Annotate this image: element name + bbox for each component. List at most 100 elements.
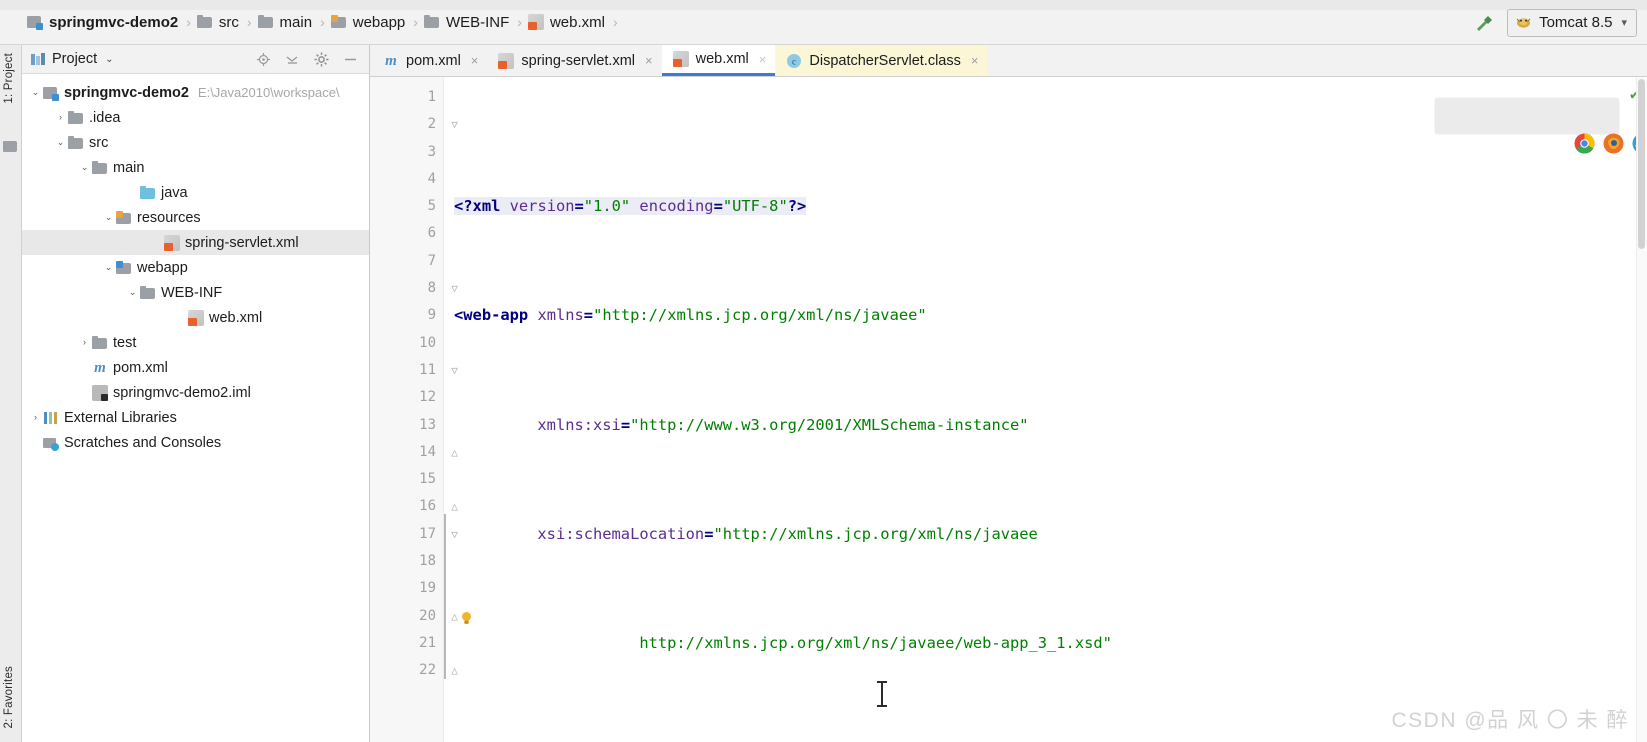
tree-item-idea[interactable]: › .idea	[22, 105, 369, 130]
folder-icon	[196, 14, 213, 30]
breadcrumb-item-src[interactable]: src	[192, 12, 246, 33]
xml-file-icon	[188, 309, 204, 326]
maven-icon: m	[385, 52, 397, 69]
breadcrumb-separator: ›	[186, 14, 191, 30]
navigation-bar: springmvc-demo2 › src › main › webapp › …	[0, 0, 1647, 45]
editor-tab-label: DispatcherServlet.class	[809, 52, 961, 69]
chevron-down-icon[interactable]: ⌄	[28, 88, 43, 97]
scrollbar-thumb[interactable]	[1638, 79, 1645, 249]
tree-item-resources[interactable]: ⌄ resources	[22, 205, 369, 230]
tree-item-java[interactable]: java	[22, 180, 369, 205]
chevron-right-icon[interactable]: ›	[28, 413, 43, 422]
breadcrumb-item-webapp[interactable]: webapp	[326, 12, 413, 33]
gutter-line: 17 ▽	[370, 521, 458, 548]
breadcrumb-label: springmvc-demo2	[49, 13, 179, 31]
chevron-down-icon[interactable]: ⌄	[101, 213, 116, 222]
internet-explorer-icon[interactable]: e	[1502, 106, 1647, 154]
gutter-line: 15	[419, 471, 436, 488]
tree-item-springmvc-demo2[interactable]: ⌄ springmvc-demo2 E:\Java2010\workspace\	[22, 80, 369, 105]
hide-panel-icon[interactable]	[342, 51, 359, 68]
tree-item-spring-servlet-xml[interactable]: spring-servlet.xml	[22, 230, 369, 255]
tree-item-iml[interactable]: springmvc-demo2.iml	[22, 380, 369, 405]
tree-item-external-libraries[interactable]: › External Libraries	[22, 405, 369, 430]
chevron-right-icon[interactable]: ›	[77, 338, 92, 347]
run-configuration-selector[interactable]: Tomcat 8.5 ▾	[1507, 8, 1637, 37]
chrome-icon[interactable]	[1444, 106, 1595, 154]
collapse-all-icon[interactable]	[284, 51, 301, 68]
chevron-down-icon[interactable]: ⌄	[105, 54, 113, 65]
editor-gutter[interactable]: 1 2 ▽ 3 4 5 6 7 8 ▽ 9 10 11 ▽ 12 13 14 △ 15 …	[370, 77, 471, 742]
breadcrumb-item-webxml[interactable]: web.xml	[523, 12, 612, 33]
tree-item-webapp[interactable]: ⌄ webapp	[22, 255, 369, 280]
gutter-line: 11 ▽	[370, 357, 458, 384]
xml-file-icon	[164, 234, 180, 251]
gutter-line: 5	[427, 198, 436, 215]
folder-icon	[92, 160, 108, 176]
tree-item-main[interactable]: ⌄ main	[22, 155, 369, 180]
xml-file-icon	[527, 14, 544, 30]
breadcrumb-separator: ›	[413, 14, 418, 30]
chevron-down-icon[interactable]: ⌄	[125, 288, 140, 297]
editor-scrollbar[interactable]	[1636, 77, 1647, 742]
source-folder-icon	[140, 185, 156, 201]
class-file-icon: c	[786, 53, 802, 69]
breadcrumb-label: src	[218, 13, 239, 31]
tree-item-test[interactable]: › test	[22, 330, 369, 355]
project-panel-title: Project	[52, 51, 98, 67]
tree-item-label: External Libraries	[64, 409, 177, 426]
opera-icon[interactable]	[1531, 106, 1552, 127]
project-tree[interactable]: ⌄ springmvc-demo2 E:\Java2010\workspace\…	[22, 74, 369, 742]
browser-preview-toolbar: e	[1435, 98, 1647, 154]
editor-tab-label: spring-servlet.xml	[521, 52, 635, 69]
gutter-line: 21	[419, 634, 436, 651]
editor-tab-bar: m pom.xml × spring-servlet.xml × web.xml…	[370, 45, 1647, 77]
tree-item-src[interactable]: ⌄ src	[22, 130, 369, 155]
editor-tab-pom-xml[interactable]: m pom.xml ×	[372, 45, 487, 76]
code-editor[interactable]: <?xml version="1.0" encoding="UTF-8"?> <…	[444, 77, 1647, 742]
chevron-down-icon[interactable]: ⌄	[53, 138, 68, 147]
breadcrumb-item-webinf[interactable]: WEB-INF	[419, 12, 516, 33]
main-content: 1: Project 2: Favorites Project ⌄ ⌄ spri…	[0, 45, 1647, 742]
close-icon[interactable]: ×	[971, 53, 979, 68]
tree-item-label: pom.xml	[113, 359, 168, 376]
gutter-line: 8 ▽	[370, 275, 458, 302]
editor-tab-web-xml[interactable]: web.xml ×	[661, 45, 776, 76]
tree-item-scratches[interactable]: Scratches and Consoles	[22, 430, 369, 455]
editor-area: m pom.xml × spring-servlet.xml × web.xml…	[370, 45, 1647, 742]
settings-gear-icon[interactable]	[313, 51, 330, 68]
fold-rail	[444, 77, 446, 742]
firefox-icon[interactable]	[1473, 106, 1624, 154]
tree-item-label: test	[113, 334, 137, 351]
tree-item-web-inf[interactable]: ⌄ WEB-INF	[22, 280, 369, 305]
module-icon	[43, 85, 59, 101]
breadcrumb-label: webapp	[352, 13, 406, 31]
folder-icon	[92, 335, 108, 351]
gutter-line: 19	[419, 580, 436, 597]
chevron-down-icon[interactable]: ⌄	[77, 163, 92, 172]
breadcrumb-item-main[interactable]: main	[253, 12, 320, 33]
tree-item-label: springmvc-demo2	[64, 84, 189, 101]
close-icon[interactable]: ×	[759, 52, 767, 67]
tree-item-label: webapp	[137, 259, 188, 276]
resources-folder-icon	[116, 210, 132, 226]
tree-item-pom-xml[interactable]: m pom.xml	[22, 355, 369, 380]
svg-text:c: c	[792, 56, 796, 66]
breadcrumb-item-project[interactable]: springmvc-demo2	[22, 12, 185, 33]
tree-item-label: Scratches and Consoles	[64, 434, 222, 451]
breadcrumb-label: main	[279, 13, 313, 31]
edge-legacy-icon[interactable]	[1560, 106, 1581, 127]
project-icon	[30, 51, 46, 67]
tree-item-web-xml[interactable]: web.xml	[22, 305, 369, 330]
editor-tab-spring-servlet-xml[interactable]: spring-servlet.xml ×	[487, 45, 661, 76]
close-icon[interactable]: ×	[471, 53, 479, 68]
chevron-right-icon[interactable]: ›	[53, 113, 68, 122]
chevron-down-icon[interactable]: ⌄	[101, 263, 116, 272]
gutter-line: 20 △	[370, 603, 471, 630]
mouse-cursor	[877, 681, 887, 707]
close-icon[interactable]: ×	[645, 53, 653, 68]
locate-icon[interactable]	[255, 51, 272, 68]
hammer-icon[interactable]	[1471, 10, 1497, 36]
editor-tab-dispatcherservlet-class[interactable]: c DispatcherServlet.class ×	[775, 45, 988, 76]
gutter-line: 1	[427, 89, 436, 105]
edge-icon[interactable]	[1589, 106, 1610, 127]
